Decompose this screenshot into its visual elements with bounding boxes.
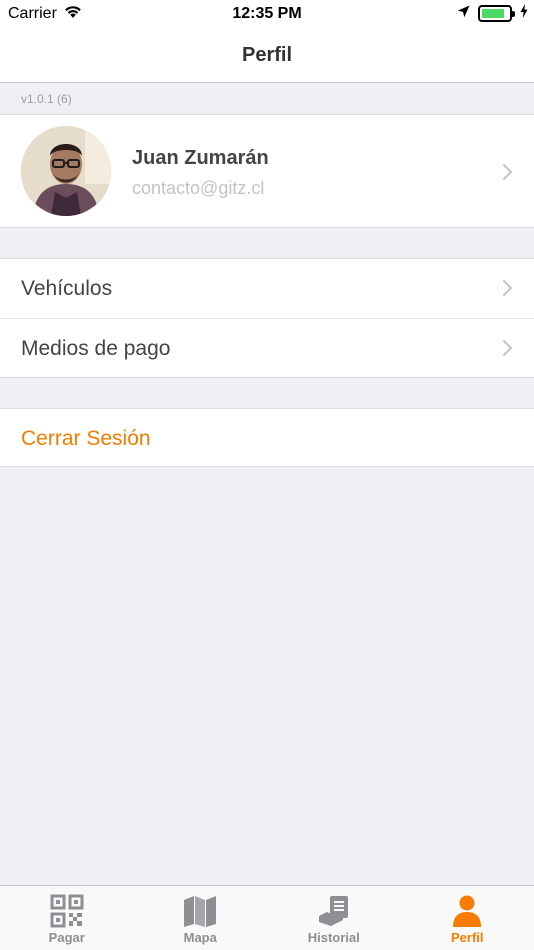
chevron-right-icon [502,279,514,297]
charging-bolt-icon [520,4,528,23]
chevron-right-icon [502,339,514,357]
tab-label: Historial [307,930,360,945]
status-bar: Carrier 12:35 PM [0,0,534,28]
battery-icon [478,5,515,22]
avatar-photo-icon [21,126,111,216]
profile-name: Juan Zumarán [132,147,269,169]
tab-historial[interactable]: Historial [267,886,401,950]
status-time: 12:35 PM [232,5,302,22]
history-icon [317,894,351,928]
logout-button[interactable]: Cerrar Sesión [0,408,534,467]
map-icon [183,894,217,928]
avatar [21,126,111,216]
page-title: Perfil [241,43,293,66]
tab-label: Perfil [450,930,484,945]
menu-item-label: Medios de pago [21,337,171,360]
menu-item-vehicles[interactable]: Vehículos [0,259,534,319]
tab-bar: Pagar Mapa Historial Perfil [0,885,534,950]
location-arrow-icon [457,5,470,23]
navigation-bar: Perfil [0,28,534,83]
version-label: v1.0.1 (6) [21,92,72,106]
profile-cell[interactable]: Juan Zumarán contacto@gitz.cl [0,114,534,228]
tab-pagar[interactable]: Pagar [0,886,134,950]
chevron-right-icon [502,163,514,181]
tab-perfil[interactable]: Perfil [401,886,534,950]
tab-label: Pagar [48,930,85,945]
battery-fill [482,9,505,18]
tab-label: Mapa [183,930,217,945]
menu-item-payment-methods[interactable]: Medios de pago [0,319,534,378]
logout-label: Cerrar Sesión [21,427,151,450]
menu-item-label: Vehículos [21,277,113,300]
qr-code-icon [50,894,84,928]
tab-mapa[interactable]: Mapa [134,886,268,950]
profile-email: contacto@gitz.cl [132,178,265,198]
status-right [457,4,528,23]
settings-menu: Vehículos Medios de pago [0,258,534,378]
profile-icon [450,894,484,928]
